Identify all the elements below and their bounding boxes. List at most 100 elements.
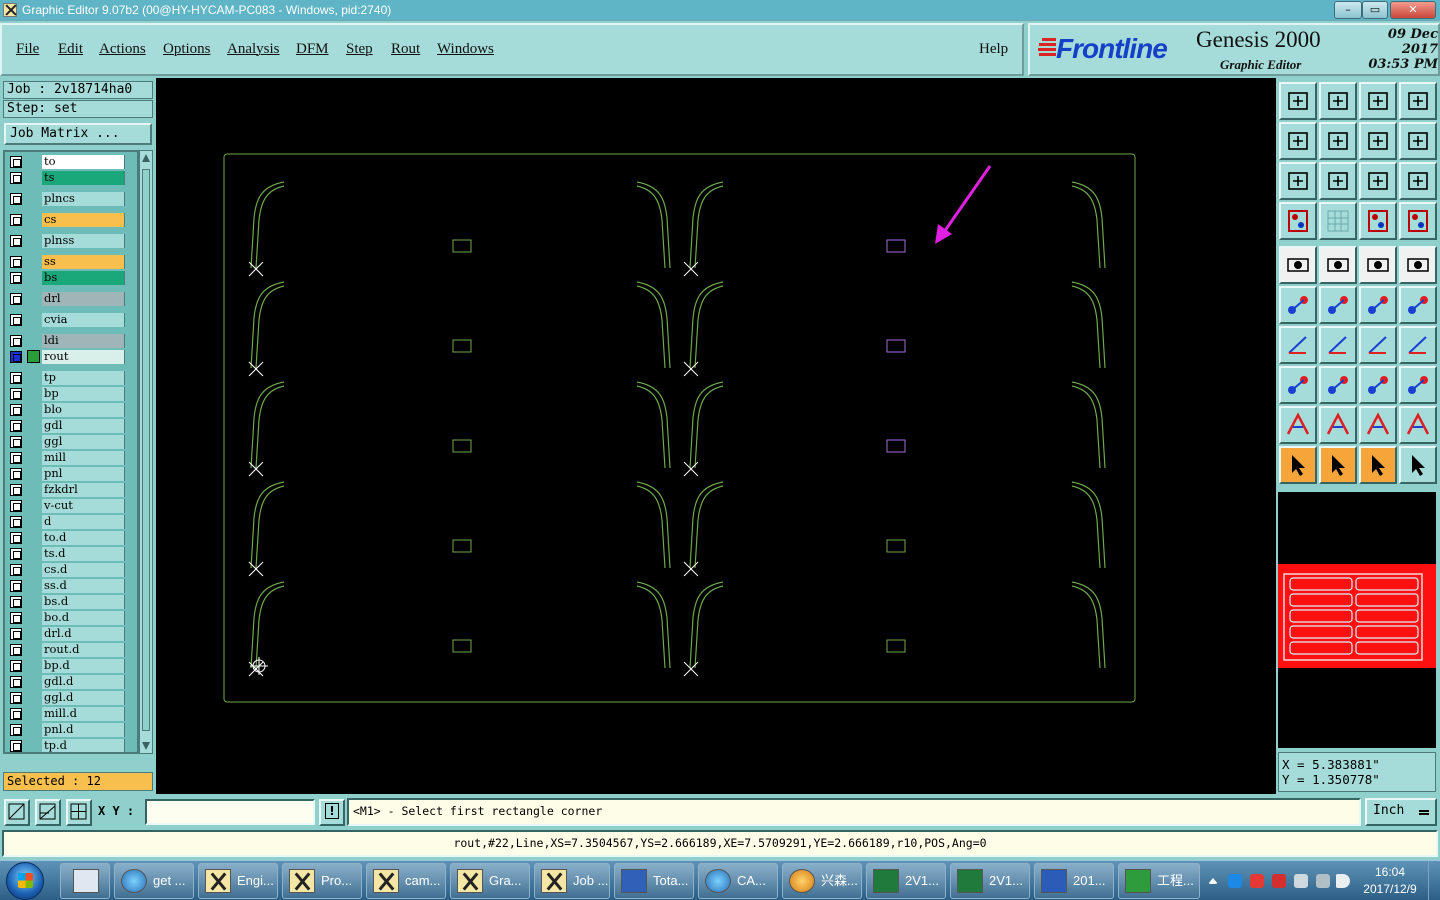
layer-checkbox[interactable]: [10, 724, 22, 736]
layer-name[interactable]: bp.d: [42, 659, 125, 673]
layer-name[interactable]: cs: [42, 213, 125, 227]
show-desktop-button[interactable]: [1428, 861, 1440, 900]
menu-actions[interactable]: Actions: [99, 41, 146, 58]
layer-row-ggl-d[interactable]: ggl.d: [5, 691, 137, 705]
layer-name[interactable]: to: [42, 155, 125, 169]
layer-checkbox[interactable]: [10, 272, 22, 284]
scroll-down-icon[interactable]: [142, 742, 150, 750]
layer-checkbox[interactable]: [10, 500, 22, 512]
start-button[interactable]: [6, 862, 44, 900]
layer-row-ldi[interactable]: ldi: [5, 334, 137, 348]
layer-checkbox[interactable]: [10, 516, 22, 528]
layer-name[interactable]: plncs: [42, 192, 125, 206]
layer-row-plnss[interactable]: plnss: [5, 234, 137, 248]
text-a-tool-button[interactable]: [1319, 406, 1357, 444]
layer-row-plncs[interactable]: plncs: [5, 192, 137, 206]
layer-name[interactable]: pnl: [42, 467, 125, 481]
layer-row-bs[interactable]: bs: [5, 271, 137, 285]
select-tool-button[interactable]: [1279, 446, 1317, 484]
layer-checkbox[interactable]: [10, 351, 22, 363]
layer-checkbox[interactable]: [10, 564, 22, 576]
layer-name[interactable]: gdl: [42, 419, 125, 433]
layer-name[interactable]: bp: [42, 387, 125, 401]
layer-row-rout[interactable]: rout: [5, 350, 137, 364]
layer-name[interactable]: ss: [42, 255, 125, 269]
arc-tool-button[interactable]: [1359, 326, 1397, 364]
layer-checkbox[interactable]: [10, 256, 22, 268]
layer-row-pnl[interactable]: pnl: [5, 467, 137, 481]
layer-row-d[interactable]: d: [5, 515, 137, 529]
layer-checkbox[interactable]: [10, 548, 22, 560]
layer-checkbox[interactable]: [10, 644, 22, 656]
menu-analysis[interactable]: Analysis: [227, 41, 280, 58]
layer-name[interactable]: ggl: [42, 435, 125, 449]
taskbar-item[interactable]: 2V1...: [866, 863, 946, 899]
layer-row-cvia[interactable]: cvia: [5, 313, 137, 327]
menu-step[interactable]: Step: [346, 41, 373, 58]
home-tool-button[interactable]: [1359, 82, 1397, 120]
layer-checkbox[interactable]: [10, 740, 22, 752]
slash-tool-button[interactable]: [1319, 326, 1357, 364]
graphic-canvas[interactable]: [156, 78, 1276, 794]
layer-name[interactable]: ldi: [42, 334, 125, 348]
dot-tool-button[interactable]: [1399, 246, 1437, 284]
layer-name[interactable]: d: [42, 515, 125, 529]
line-add-tool-button[interactable]: [1399, 286, 1437, 324]
ruler-tool-button[interactable]: [1359, 246, 1397, 284]
network-icon[interactable]: [1316, 874, 1330, 888]
angle-tool-button[interactable]: [1279, 326, 1317, 364]
prev-tool-button[interactable]: [1279, 122, 1317, 160]
taskbar-item[interactable]: 兴森...: [782, 863, 862, 899]
menu-dfm[interactable]: DFM: [296, 41, 329, 58]
zoom-tool-button[interactable]: [1319, 162, 1357, 200]
taskbar-item[interactable]: Pro...: [282, 863, 362, 899]
layer-row-gdl-d[interactable]: gdl.d: [5, 675, 137, 689]
layer-name[interactable]: v-cut: [42, 499, 125, 513]
layer-checkbox[interactable]: [10, 293, 22, 305]
minimize-button[interactable]: –: [1334, 1, 1362, 19]
taskbar-item[interactable]: Engi...: [198, 863, 278, 899]
snap-mode-button[interactable]: [4, 799, 30, 826]
menu-options[interactable]: Options: [163, 41, 211, 58]
tray-flag-icon[interactable]: [1294, 874, 1308, 888]
layer-name[interactable]: to.d: [42, 531, 125, 545]
volume-icon[interactable]: [1336, 874, 1350, 888]
fit-tool-button[interactable]: [1279, 162, 1317, 200]
layer-row-fzkdrl[interactable]: fzkdrl: [5, 483, 137, 497]
undo-tool-button[interactable]: [1359, 122, 1397, 160]
layer-checkbox[interactable]: [10, 235, 22, 247]
layer-checkbox[interactable]: [10, 628, 22, 640]
select-orange-tool-button[interactable]: [1359, 446, 1397, 484]
connect-tool-button[interactable]: [1319, 286, 1357, 324]
menu-rout[interactable]: Rout: [391, 41, 420, 58]
layer-name[interactable]: bo.d: [42, 611, 125, 625]
xy-input[interactable]: [145, 799, 315, 825]
menu-windows[interactable]: Windows: [437, 41, 494, 58]
layer-row-tp-d[interactable]: tp.d: [5, 739, 137, 752]
taskbar-item[interactable]: cam...: [366, 863, 446, 899]
layer-checkbox[interactable]: [10, 468, 22, 480]
layer-name[interactable]: rout: [42, 350, 125, 364]
layers-tool-button[interactable]: [1359, 202, 1397, 240]
clock[interactable]: 16:04 2017/12/9: [1354, 864, 1426, 898]
taskbar-item[interactable]: CA...: [698, 863, 778, 899]
layer-checkbox[interactable]: [10, 404, 22, 416]
layer-name[interactable]: mill.d: [42, 707, 125, 721]
window-tool-button[interactable]: [1399, 82, 1437, 120]
layer-row-bp[interactable]: bp: [5, 387, 137, 401]
open-tool-button[interactable]: [1319, 82, 1357, 120]
layer-checkbox[interactable]: [10, 708, 22, 720]
layer-checkbox[interactable]: [10, 676, 22, 688]
minus-tool-button[interactable]: [1319, 366, 1357, 404]
unit-select[interactable]: Inch: [1365, 798, 1437, 826]
job-matrix-button[interactable]: Job Matrix ...: [4, 123, 152, 145]
node-tool-button[interactable]: [1279, 286, 1317, 324]
layer-row-bp-d[interactable]: bp.d: [5, 659, 137, 673]
menu-file[interactable]: File: [16, 41, 39, 58]
menu-edit[interactable]: Edit: [58, 41, 83, 58]
layer-checkbox[interactable]: [10, 335, 22, 347]
layer-name[interactable]: rout.d: [42, 643, 125, 657]
layer-name[interactable]: tp: [42, 371, 125, 385]
layer-row-to[interactable]: to: [5, 155, 137, 169]
layer-scrollbar[interactable]: [139, 150, 153, 754]
